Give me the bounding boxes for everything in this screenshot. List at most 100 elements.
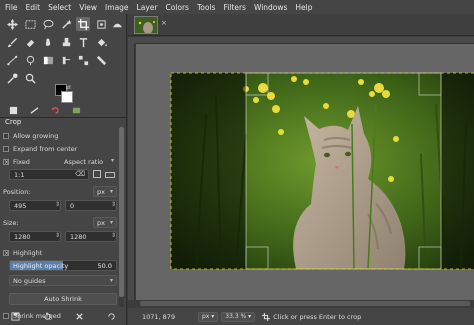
rect-select-tool-icon[interactable]	[23, 17, 37, 31]
menu-filters[interactable]: Filters	[223, 3, 245, 12]
highlight-opacity-value: 50.0	[97, 262, 112, 270]
menu-windows[interactable]: Windows	[254, 3, 287, 12]
guides-dropdown[interactable]: No guides ▾	[9, 275, 117, 286]
zoom-dropdown[interactable]: 33.3 % ▾	[221, 311, 256, 322]
crop-tool-icon[interactable]	[76, 17, 90, 31]
clone-tool-icon[interactable]	[59, 35, 73, 49]
unit-dropdown[interactable]: px ▾	[198, 311, 219, 322]
highlight-option[interactable]: Highlight	[3, 248, 117, 258]
expand-from-center-label: Expand from center	[13, 145, 78, 153]
spin-icon[interactable]: ⇕	[111, 232, 116, 239]
position-unit-dropdown[interactable]: px ▾	[93, 186, 117, 197]
pointer-coordinates: 1071, 879	[142, 312, 176, 321]
swap-colors-icon[interactable]: ⇄	[66, 84, 71, 91]
select-by-color-tool-icon[interactable]	[76, 53, 90, 67]
fixed-mode-dropdown[interactable]: Aspect ratio ▾	[61, 156, 117, 167]
menubar: File Edit Select View Image Layer Colors…	[0, 0, 474, 14]
fg-bg-color-selector[interactable]: ⇄	[53, 84, 75, 106]
tab-tool-options[interactable]	[6, 105, 20, 116]
tab-device-status[interactable]	[27, 105, 41, 116]
highlight-label: Highlight	[13, 249, 43, 257]
menu-file[interactable]: File	[5, 3, 18, 12]
move-tool-icon[interactable]	[5, 17, 19, 31]
eraser-tool-icon[interactable]	[23, 35, 37, 49]
expand-from-center-option[interactable]: Expand from center	[3, 144, 117, 154]
image-canvas[interactable]	[136, 44, 474, 300]
menu-colors[interactable]: Colors	[165, 3, 189, 12]
clear-field-icon[interactable]: ⌫	[75, 170, 85, 178]
fixed-label: Fixed	[13, 158, 30, 166]
paintbrush-tool-icon[interactable]	[5, 35, 19, 49]
menu-image[interactable]: Image	[105, 3, 129, 12]
size-width-field[interactable]: 1280	[9, 231, 61, 242]
smudge-tool-icon[interactable]	[41, 35, 55, 49]
zoom-tool-icon[interactable]	[23, 71, 37, 85]
guides-value: No guides	[13, 276, 46, 285]
menu-edit[interactable]: Edit	[26, 3, 41, 12]
lasso-tool-icon[interactable]	[41, 17, 55, 31]
menu-help[interactable]: Help	[295, 3, 312, 12]
landscape-icon[interactable]	[105, 172, 115, 178]
unit-value: px	[202, 313, 210, 320]
cat-photo	[170, 72, 474, 270]
image-tab-thumbnail[interactable]	[134, 16, 158, 34]
tool-options-title: Crop	[5, 118, 22, 126]
reset-defaults-icon[interactable]	[107, 312, 116, 323]
horizontal-scrollbar-thumb[interactable]	[140, 301, 470, 306]
allow-growing-option[interactable]: Allow growing	[3, 131, 117, 141]
horizontal-ruler[interactable]	[135, 37, 474, 44]
save-preset-icon[interactable]	[11, 312, 20, 323]
close-tab-icon[interactable]: ×	[161, 19, 167, 27]
position-y-field[interactable]: 0	[65, 200, 117, 211]
color-picker-tool-icon[interactable]	[5, 71, 19, 85]
options-scrollbar[interactable]	[119, 127, 124, 307]
expand-from-center-checkbox[interactable]	[3, 146, 9, 152]
image-tab-bar: ×	[128, 14, 474, 36]
spin-icon[interactable]: ⇕	[111, 201, 116, 208]
auto-shrink-button[interactable]: Auto Shrink	[9, 293, 117, 305]
portrait-icon[interactable]	[93, 170, 101, 178]
position-unit-value: px	[97, 187, 105, 196]
position-y-value: 0	[70, 201, 75, 210]
airbrush-tool-icon[interactable]	[59, 53, 73, 67]
position-x-field[interactable]: 495	[9, 200, 61, 211]
text-tool-icon[interactable]	[76, 35, 90, 49]
scrollbar-thumb[interactable]	[119, 127, 124, 297]
spin-icon[interactable]: ⇕	[55, 232, 60, 239]
fuzzy-select-tool-icon[interactable]	[59, 17, 73, 31]
tab-images[interactable]	[69, 105, 83, 116]
status-message: Click or press Enter to crop	[262, 312, 361, 321]
gradient-tool-icon[interactable]	[41, 53, 55, 67]
ruler-corner	[128, 37, 135, 44]
zoom-value: 33.3 %	[225, 313, 247, 320]
dodge-burn-tool-icon[interactable]	[23, 53, 37, 67]
menu-tools[interactable]: Tools	[197, 3, 215, 12]
allow-growing-checkbox[interactable]	[3, 133, 9, 139]
menu-view[interactable]: View	[79, 3, 97, 12]
horizontal-scrollbar[interactable]	[136, 300, 474, 307]
allow-growing-label: Allow growing	[13, 132, 59, 140]
spin-icon[interactable]: ⇕	[55, 201, 60, 208]
size-unit-dropdown[interactable]: px ▾	[93, 217, 117, 228]
heal-tool-icon[interactable]	[94, 53, 108, 67]
size-height-field[interactable]: 1280	[65, 231, 117, 242]
menu-select[interactable]: Select	[48, 3, 71, 12]
bucket-fill-tool-icon[interactable]	[94, 35, 108, 49]
size-width-value: 1280	[14, 232, 31, 241]
size-height-value: 1280	[70, 232, 87, 241]
restore-preset-icon[interactable]	[43, 312, 52, 323]
warp-transform-tool-icon[interactable]	[110, 17, 124, 31]
crop-tool-icon	[262, 312, 271, 321]
background-color-swatch[interactable]	[61, 91, 73, 103]
status-bar: 1071, 879 px ▾ 33.3 % ▾ Click or press E…	[128, 308, 474, 325]
vertical-ruler[interactable]	[128, 44, 135, 300]
highlight-checkbox[interactable]	[3, 250, 9, 256]
tab-undo-history[interactable]	[48, 105, 62, 116]
highlight-opacity-slider[interactable]: Highlight opacity 50.0	[9, 260, 117, 271]
menu-layer[interactable]: Layer	[137, 3, 158, 12]
unified-transform-tool-icon[interactable]	[94, 17, 108, 31]
toolbox: ⇄	[0, 14, 127, 118]
fixed-checkbox[interactable]	[3, 159, 9, 165]
path-tool-icon[interactable]	[5, 53, 19, 67]
delete-preset-icon[interactable]	[75, 312, 84, 323]
